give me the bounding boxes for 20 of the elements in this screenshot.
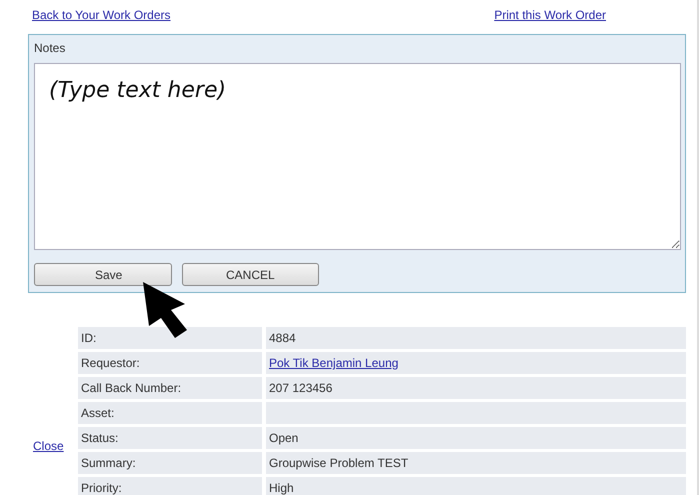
field-label: Requestor:: [78, 352, 262, 374]
field-label: Summary:: [78, 452, 262, 474]
field-label: Call Back Number:: [78, 377, 262, 399]
value-text: 207 123456: [269, 381, 332, 395]
notes-field[interactable]: (Type text here): [34, 63, 681, 250]
value-text: Open: [269, 431, 298, 445]
cancel-button[interactable]: CANCEL: [182, 263, 319, 286]
value-text: 4884: [269, 331, 296, 345]
close-link[interactable]: Close: [33, 439, 78, 453]
field-label: Status:: [78, 427, 262, 449]
field-label: ID:: [78, 327, 262, 349]
print-link[interactable]: Print this Work Order: [494, 8, 606, 34]
back-link[interactable]: Back to Your Work Orders: [32, 8, 171, 34]
save-button[interactable]: Save: [34, 263, 172, 286]
notes-title: Notes: [34, 40, 66, 57]
field-label: Priority:: [78, 477, 262, 495]
value-text: Groupwise Problem TEST: [269, 456, 408, 470]
field-label: Asset:: [78, 402, 262, 424]
requestor-link[interactable]: Pok Tik Benjamin Leung: [269, 356, 398, 370]
value-text: High: [269, 481, 294, 495]
